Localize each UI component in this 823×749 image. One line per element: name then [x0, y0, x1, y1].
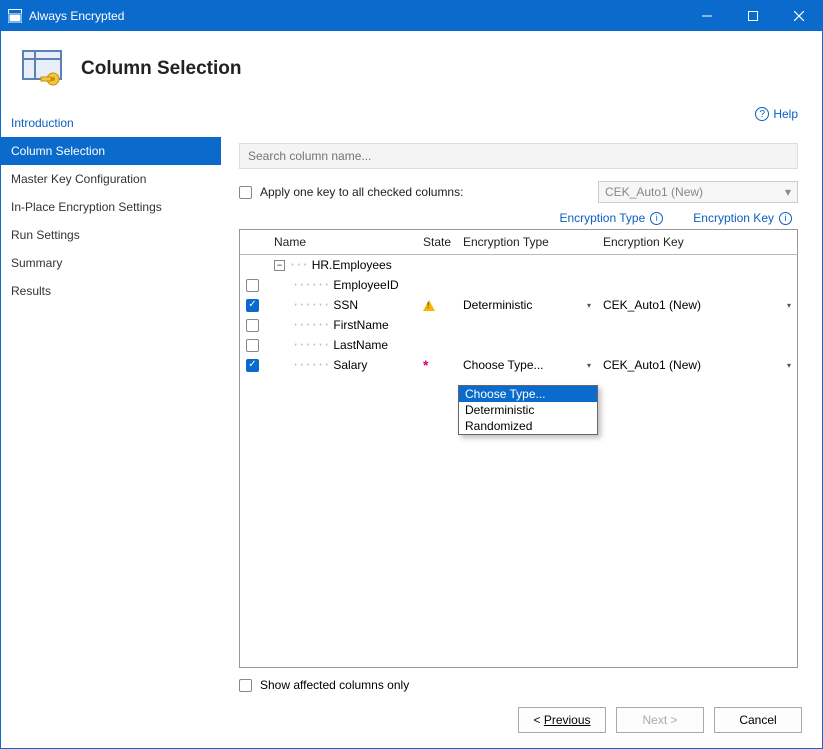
- dropdown-option[interactable]: Choose Type...: [459, 386, 597, 402]
- warning-icon: [423, 300, 435, 311]
- header-name[interactable]: Name: [268, 230, 417, 254]
- search-input[interactable]: [239, 143, 798, 169]
- page-title: Column Selection: [81, 58, 241, 80]
- wizard-sidebar: Introduction Column Selection Master Key…: [1, 103, 221, 692]
- sidebar-item-run-settings[interactable]: Run Settings: [1, 221, 221, 249]
- table-row: ······ FirstName: [240, 315, 797, 335]
- main-panel: ? Help Apply one key to all checked colu…: [221, 103, 822, 692]
- row-checkbox[interactable]: [246, 359, 259, 372]
- wizard-footer: < Previous Next > Cancel: [1, 692, 822, 748]
- page-header: Column Selection: [1, 31, 822, 103]
- column-name: LastName: [333, 338, 388, 352]
- table-row: ······ SSN Deterministic ▾ CEK_Auto1 (Ne…: [240, 295, 797, 315]
- sidebar-item-master-key[interactable]: Master Key Configuration: [1, 165, 221, 193]
- close-button[interactable]: [776, 1, 822, 31]
- encryption-type-dropdown[interactable]: Choose Type... Deterministic Randomized: [458, 385, 598, 435]
- column-links-row: Encryption Type i Encryption Key i: [239, 211, 798, 225]
- encryption-key-link[interactable]: Encryption Key i: [693, 211, 792, 225]
- minimize-button[interactable]: [684, 1, 730, 31]
- dropdown-option[interactable]: Deterministic: [459, 402, 597, 418]
- encryption-type-select[interactable]: Choose Type... ▾: [457, 358, 597, 372]
- apply-one-key-label: Apply one key to all checked columns:: [260, 185, 463, 199]
- encryption-type-select[interactable]: Deterministic ▾: [457, 298, 597, 312]
- sidebar-item-introduction[interactable]: Introduction: [1, 109, 221, 137]
- show-affected-checkbox[interactable]: [239, 679, 252, 692]
- columns-grid: Name State Encryption Type Encryption Ke…: [239, 229, 798, 668]
- chevron-down-icon: ▾: [787, 361, 791, 370]
- column-name: SSN: [333, 298, 358, 312]
- chevron-down-icon: ▾: [785, 185, 791, 199]
- table-row: ······ EmployeeID: [240, 275, 797, 295]
- encryption-key-select[interactable]: CEK_Auto1 (New) ▾: [597, 358, 797, 372]
- window-title: Always Encrypted: [29, 9, 124, 23]
- cancel-button[interactable]: Cancel: [714, 707, 802, 733]
- apply-one-key-checkbox[interactable]: [239, 186, 252, 199]
- show-affected-label: Show affected columns only: [260, 678, 409, 692]
- help-label: Help: [773, 107, 798, 121]
- group-name: HR.Employees: [312, 258, 392, 272]
- previous-button[interactable]: < Previous: [518, 707, 606, 733]
- header-type[interactable]: Encryption Type: [457, 230, 597, 254]
- grid-header: Name State Encryption Type Encryption Ke…: [240, 230, 797, 255]
- help-icon: ?: [755, 107, 769, 121]
- column-name: Salary: [333, 358, 367, 372]
- page-header-icon: [19, 45, 67, 93]
- row-checkbox[interactable]: [246, 339, 259, 352]
- table-row: ······ Salary * Choose Type... ▾ CEK_Aut…: [240, 355, 797, 375]
- encryption-key-select[interactable]: CEK_Auto1 (New) ▾: [597, 298, 797, 312]
- row-checkbox[interactable]: [246, 299, 259, 312]
- wizard-window: Always Encrypted Column Selection Introd…: [0, 0, 823, 749]
- row-checkbox[interactable]: [246, 319, 259, 332]
- apply-one-key-value: CEK_Auto1 (New): [605, 185, 703, 199]
- header-key[interactable]: Encryption Key: [597, 230, 797, 254]
- column-name: EmployeeID: [333, 278, 398, 292]
- dropdown-option[interactable]: Randomized: [459, 418, 597, 434]
- app-icon: [7, 8, 23, 24]
- column-name: FirstName: [333, 318, 388, 332]
- apply-one-key-select[interactable]: CEK_Auto1 (New) ▾: [598, 181, 798, 203]
- required-icon: *: [423, 357, 428, 373]
- collapse-icon[interactable]: −: [274, 260, 285, 271]
- chevron-down-icon: ▾: [587, 301, 591, 310]
- sidebar-item-column-selection[interactable]: Column Selection: [1, 137, 221, 165]
- next-button[interactable]: Next >: [616, 707, 704, 733]
- info-icon: i: [650, 212, 663, 225]
- info-icon: i: [779, 212, 792, 225]
- sidebar-item-summary[interactable]: Summary: [1, 249, 221, 277]
- help-link[interactable]: ? Help: [755, 107, 798, 121]
- encryption-type-link[interactable]: Encryption Type i: [559, 211, 663, 225]
- table-row: ······ LastName: [240, 335, 797, 355]
- table-row-group: − ··· HR.Employees: [240, 255, 797, 275]
- sidebar-item-results[interactable]: Results: [1, 277, 221, 305]
- apply-one-key-row: Apply one key to all checked columns: CE…: [239, 181, 798, 203]
- maximize-button[interactable]: [730, 1, 776, 31]
- titlebar: Always Encrypted: [1, 1, 822, 31]
- chevron-down-icon: ▾: [587, 361, 591, 370]
- row-checkbox[interactable]: [246, 279, 259, 292]
- below-grid-row: Show affected columns only: [239, 678, 798, 692]
- sidebar-item-in-place-encryption[interactable]: In-Place Encryption Settings: [1, 193, 221, 221]
- grid-body: − ··· HR.Employees ······ EmployeeID: [240, 255, 797, 375]
- chevron-down-icon: ▾: [787, 301, 791, 310]
- header-state[interactable]: State: [417, 230, 457, 254]
